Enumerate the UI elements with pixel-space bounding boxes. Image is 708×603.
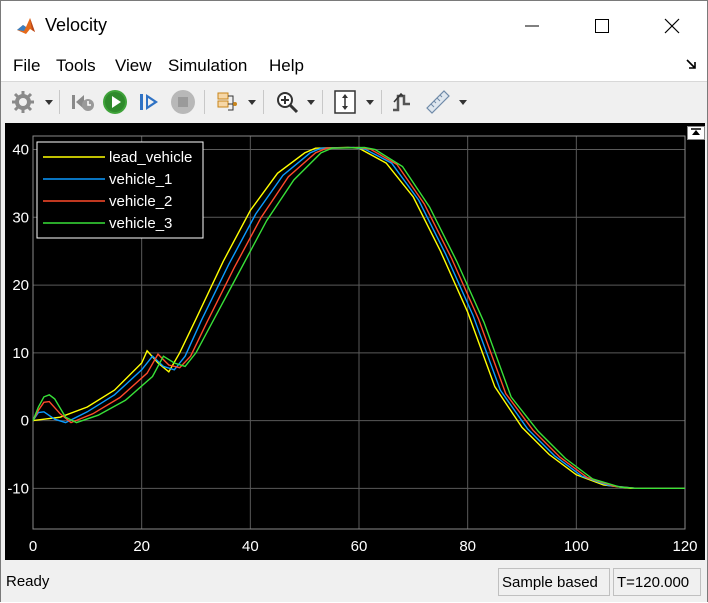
scale-axes-dropdown-caret[interactable]: [366, 100, 374, 105]
close-button[interactable]: [637, 1, 707, 51]
matlab-icon: [15, 15, 37, 37]
y-tick-label: 10: [12, 345, 29, 362]
x-tick-label: 120: [672, 538, 697, 555]
y-tick-label: 0: [21, 413, 29, 430]
y-tick-label: 20: [12, 277, 29, 294]
step-forward-button[interactable]: [135, 88, 163, 116]
toolbar-separator: [322, 90, 323, 114]
window-title: Velocity: [45, 15, 108, 35]
zoom-dropdown-caret[interactable]: [307, 100, 315, 105]
toolbar-separator: [263, 90, 264, 114]
maximize-icon: [595, 19, 609, 33]
step-back-icon: [72, 95, 94, 111]
simulation-time-indicator: T=120.000: [613, 568, 701, 596]
step-forward-icon: [140, 94, 158, 110]
measurements-button[interactable]: [423, 88, 453, 116]
y-tick-label: -10: [7, 480, 29, 497]
undock-arrow-icon[interactable]: [685, 58, 697, 70]
measurements-ruler-icon: [426, 90, 450, 114]
title-bar: Velocity: [1, 1, 707, 51]
run-icon: [103, 90, 127, 114]
x-tick-label: 80: [459, 538, 476, 555]
settings-dropdown-caret[interactable]: [45, 100, 53, 105]
toolbar-separator: [204, 90, 205, 114]
y-tick-label: 40: [12, 142, 29, 159]
menu-help[interactable]: Help: [269, 56, 304, 76]
zoom-in-icon: [277, 92, 299, 114]
restore-layout-button[interactable]: [687, 126, 705, 140]
toolbar-separator: [381, 90, 382, 114]
scale-axes-icon: [334, 90, 356, 114]
x-tick-label: 100: [564, 538, 589, 555]
close-icon: [664, 18, 680, 34]
minimize-button[interactable]: [497, 1, 567, 51]
status-bar: Ready Sample based T=120.000: [1, 562, 707, 602]
scope-window: Velocity File Tools View Simulation Help: [0, 0, 708, 602]
menu-bar: File Tools View Simulation Help: [1, 51, 707, 81]
x-tick-label: 60: [351, 538, 368, 555]
menu-tools[interactable]: Tools: [56, 56, 96, 76]
x-tick-label: 40: [242, 538, 259, 555]
menu-simulation[interactable]: Simulation: [168, 56, 247, 76]
signal-selector-icon: [217, 92, 237, 111]
triggers-icon: [393, 92, 410, 112]
legend-label-vehicle_1: vehicle_1: [109, 171, 172, 188]
signal-selector-dropdown-caret[interactable]: [248, 100, 256, 105]
sample-mode-indicator: Sample based: [498, 568, 610, 596]
zoom-in-button[interactable]: [273, 88, 301, 116]
stop-button[interactable]: [169, 88, 197, 116]
legend-label-vehicle_3: vehicle_3: [109, 215, 172, 232]
settings-button[interactable]: [9, 88, 37, 116]
status-ready-text: Ready: [6, 573, 50, 590]
toolbar-separator: [59, 90, 60, 114]
measurements-dropdown-caret[interactable]: [459, 100, 467, 105]
scope-plot-area[interactable]: 0 20 40 60 80 100 120 -10 0 10 20 30 40 lead_vehiclev…: [5, 123, 705, 560]
signal-selector-button[interactable]: [213, 88, 241, 116]
menu-file[interactable]: File: [13, 56, 40, 76]
step-back-button[interactable]: [69, 88, 97, 116]
triggers-button[interactable]: [388, 88, 416, 116]
x-tick-label: 0: [29, 538, 37, 555]
legend-label-vehicle_2: vehicle_2: [109, 193, 172, 210]
run-button[interactable]: [101, 88, 129, 116]
velocity-chart: 0 20 40 60 80 100 120 -10 0 10 20 30 40 lead_vehiclev…: [7, 135, 698, 555]
legend-label-lead_vehicle: lead_vehicle: [109, 149, 192, 166]
x-tick-label: 20: [133, 538, 150, 555]
restore-arrow-icon: [691, 128, 701, 135]
toolbar: [1, 81, 707, 121]
menu-view[interactable]: View: [115, 56, 152, 76]
settings-gear-icon: [12, 91, 34, 113]
stop-icon: [171, 90, 195, 114]
minimize-icon: [525, 25, 539, 27]
maximize-button[interactable]: [567, 1, 637, 51]
scale-axes-button[interactable]: [331, 88, 359, 116]
y-tick-label: 30: [12, 209, 29, 226]
